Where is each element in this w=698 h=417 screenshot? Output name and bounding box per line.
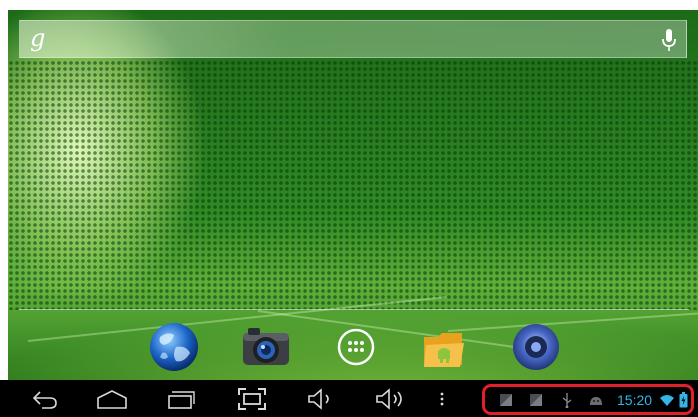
notification-image-icon [530, 394, 542, 406]
volume-up-icon[interactable] [373, 386, 407, 412]
app-drawer-icon[interactable] [330, 321, 382, 373]
status-notification-area[interactable]: 15:20 [482, 384, 694, 415]
dock-divider [19, 309, 689, 310]
recent-apps-icon[interactable] [165, 386, 197, 412]
volume-down-icon[interactable] [305, 386, 337, 412]
microphone-icon[interactable] [661, 28, 677, 52]
back-icon[interactable] [30, 386, 60, 412]
status-clock: 15:20 [617, 392, 653, 408]
google-logo: g [30, 24, 46, 52]
notification-image-icon [500, 394, 512, 406]
camera-icon[interactable] [240, 321, 292, 373]
screenshot-icon[interactable] [236, 386, 268, 412]
battery-charging-icon [679, 392, 688, 408]
browser-globe-icon[interactable] [148, 321, 200, 373]
music-speaker-icon[interactable] [510, 321, 562, 373]
top-strip [0, 0, 698, 10]
wifi-icon [660, 395, 674, 406]
usb-icon [562, 393, 572, 408]
home-icon[interactable] [94, 386, 130, 412]
google-search-bar[interactable]: g [19, 20, 687, 58]
wallpaper-leaf-vein [447, 311, 698, 332]
android-home-screen: g 15:20 [0, 0, 698, 417]
wallpaper-dot-pattern [8, 60, 698, 310]
file-manager-folder-icon[interactable] [418, 321, 470, 373]
android-debug-icon [590, 397, 602, 405]
menu-icon[interactable] [436, 386, 448, 412]
